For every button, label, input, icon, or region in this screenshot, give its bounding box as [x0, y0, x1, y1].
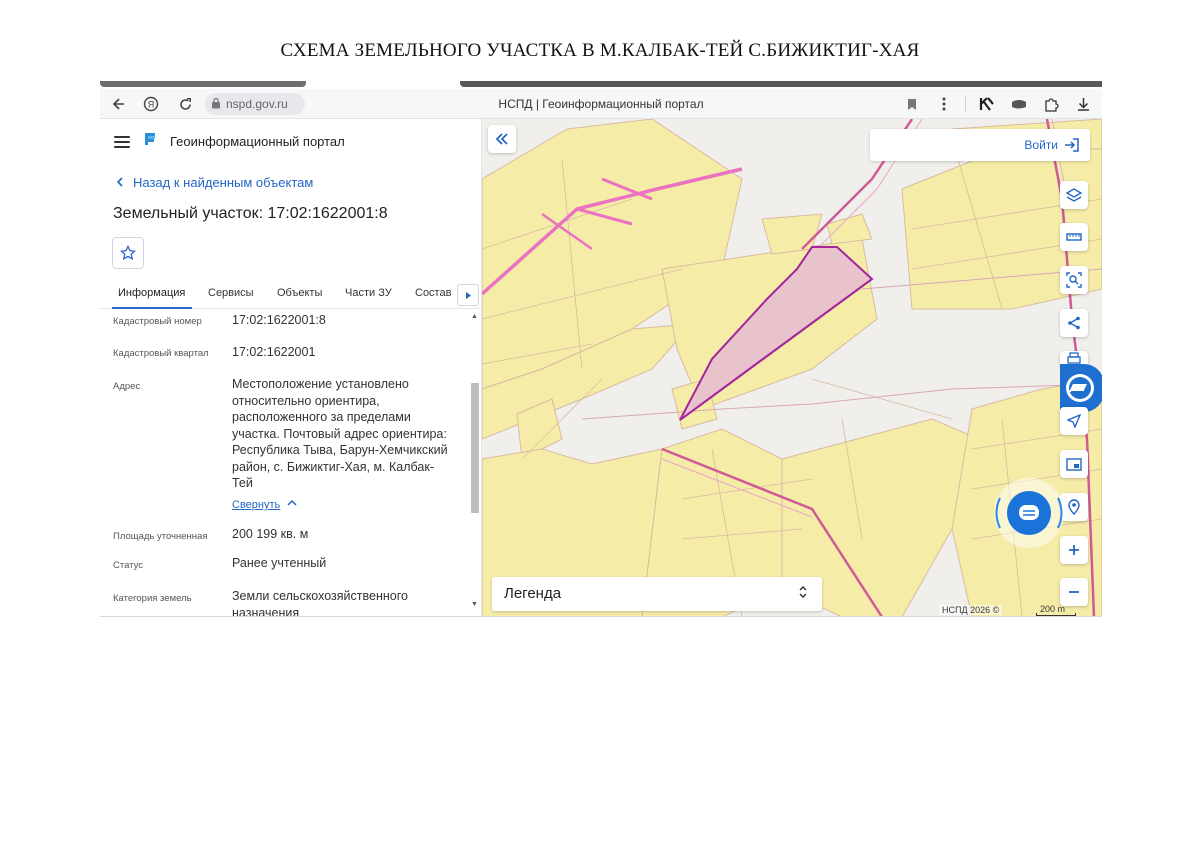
panel-tabs: Информация Сервисы Объекты Части ЗУ Сост…	[100, 279, 482, 309]
cadastral-number-value: 17:02:1622001:8	[232, 313, 326, 327]
tab-objects[interactable]: Объекты	[277, 287, 322, 299]
reload-icon[interactable]	[174, 93, 196, 115]
back-icon[interactable]	[108, 93, 130, 115]
extension-k-icon[interactable]	[976, 93, 998, 115]
screenshot-frame: НСПД | Геоинформационный портал Я nspd.g…	[100, 81, 1102, 617]
browser-actions	[901, 93, 1094, 115]
zoom-in-icon	[1069, 545, 1079, 555]
address-label: Адрес	[113, 381, 141, 392]
browser-toolbar: НСПД | Геоинформационный портал Я nspd.g…	[100, 89, 1102, 119]
layers-icon	[1066, 188, 1082, 202]
lock-icon	[211, 97, 221, 112]
scale-bar	[1036, 613, 1076, 616]
scrollbar-thumb[interactable]	[471, 383, 479, 513]
navigate-icon	[1067, 414, 1081, 428]
chat-button[interactable]	[992, 476, 1066, 550]
yandex-icon[interactable]: Я	[140, 93, 162, 115]
cadastral-quarter-label: Кадастровый квартал	[113, 348, 209, 359]
ruler-button[interactable]	[1060, 223, 1088, 251]
land-category-label: Категория земель	[113, 593, 192, 604]
area-label: Площадь уточненная	[113, 531, 208, 542]
collapse-address-link[interactable]: Свернуть	[232, 499, 280, 511]
chevron-right-icon	[465, 291, 471, 299]
status-value: Ранее учтенный	[232, 556, 327, 570]
minimap-button[interactable]	[1060, 450, 1088, 478]
favorite-button[interactable]	[112, 237, 144, 269]
back-link-label: Назад к найденным объектам	[133, 175, 314, 190]
menu-icon[interactable]	[114, 135, 130, 148]
zoom-out-button[interactable]	[1060, 578, 1088, 606]
properties-list: Кадастровый номер 17:02:1622001:8 Кадаст…	[100, 309, 470, 617]
svg-text:Я: Я	[148, 100, 155, 110]
select-area-button[interactable]	[1060, 266, 1088, 294]
address-value: Местоположение установлено относительно …	[232, 377, 448, 490]
double-chevron-left-icon	[495, 133, 508, 145]
address-bar[interactable]: nspd.gov.ru	[205, 93, 305, 115]
select-area-icon	[1066, 272, 1082, 288]
more-icon[interactable]	[933, 93, 955, 115]
extension-hat-icon[interactable]	[1008, 93, 1030, 115]
collapse-panel-button[interactable]	[488, 125, 516, 153]
tab-parts[interactable]: Части ЗУ	[345, 287, 392, 299]
portal-logo-icon	[142, 131, 158, 152]
navigate-button[interactable]	[1060, 407, 1088, 435]
star-icon	[120, 245, 136, 261]
status-label: Статус	[113, 560, 144, 571]
land-category-value: Земли сельскохозяйственного назначения	[232, 589, 408, 617]
login-icon[interactable]	[1064, 137, 1080, 158]
bookmark-icon[interactable]	[901, 93, 923, 115]
layers-button[interactable]	[1060, 181, 1088, 209]
tab-information[interactable]: Информация	[118, 287, 185, 299]
document-title: СХЕМА ЗЕМЕЛЬНОГО УЧАСТКА В М.КАЛБАК-ТЕЙ …	[280, 40, 920, 61]
share-icon	[1068, 316, 1080, 330]
login-button[interactable]: Войти	[1024, 138, 1058, 152]
zoom-out-icon	[1069, 591, 1079, 593]
info-panel: Геоинформационный портал Назад к найденн…	[100, 119, 482, 617]
portal-name: Геоинформационный портал	[170, 134, 345, 149]
tabs-scroll-right-button[interactable]	[457, 284, 479, 306]
share-button[interactable]	[1060, 309, 1088, 337]
chevron-up-icon[interactable]	[287, 497, 297, 509]
minimap-icon	[1066, 457, 1082, 471]
scroll-down-icon[interactable]: ▼	[471, 601, 478, 608]
legend-selector[interactable]: Легенда	[492, 577, 822, 611]
back-to-results-link[interactable]: Назад к найденным объектам	[116, 175, 313, 190]
tab-composition[interactable]: Состав	[415, 287, 451, 299]
location-icon	[1068, 499, 1080, 515]
service-badge[interactable]	[1060, 364, 1102, 412]
cadastral-number-label: Кадастровый номер	[113, 316, 202, 327]
login-bar: Войти	[870, 129, 1090, 161]
map-view[interactable]: Войти Легенда НСПД 2026 © 200 m	[482, 119, 1102, 616]
cadastral-quarter-value: 17:02:1622001	[232, 345, 316, 359]
panel-scrollbar[interactable]: ▲ ▼	[470, 313, 480, 616]
chevron-updown-icon	[798, 584, 808, 601]
chevron-left-icon	[116, 175, 123, 190]
map-copyright: НСПД 2026 ©	[939, 605, 1003, 615]
area-value: 200 199 кв. м	[232, 527, 309, 541]
ruler-icon	[1066, 233, 1082, 241]
top-strip	[100, 81, 1102, 89]
object-title: Земельный участок: 17:02:1622001:8	[113, 205, 388, 222]
url-text: nspd.gov.ru	[226, 97, 288, 111]
extension-puzzle-icon[interactable]	[1040, 93, 1062, 115]
download-icon[interactable]	[1072, 93, 1094, 115]
tab-services[interactable]: Сервисы	[208, 287, 254, 299]
scroll-up-icon[interactable]: ▲	[471, 313, 478, 320]
panel-header: Геоинформационный портал	[114, 131, 345, 152]
legend-label: Легенда	[504, 585, 562, 602]
